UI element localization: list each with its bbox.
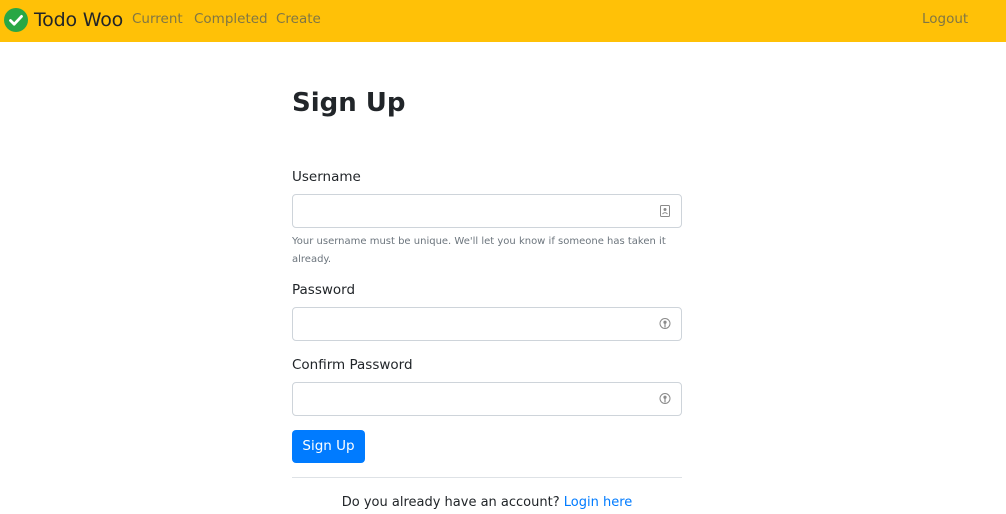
password-field-wrapper <box>292 307 682 341</box>
key-icon[interactable] <box>658 392 672 406</box>
nav-link-logout[interactable]: Logout <box>922 11 968 27</box>
key-icon[interactable] <box>658 317 672 331</box>
top-navbar: Todo Woo Current Completed Create Logout <box>0 0 1006 42</box>
password-label: Password <box>292 282 356 298</box>
brand-name: Todo Woo <box>34 9 124 31</box>
confirm-password-field-wrapper <box>292 382 682 416</box>
sign-up-button[interactable]: Sign Up <box>292 430 365 463</box>
login-prompt: Do you already have an account? Login he… <box>292 494 682 511</box>
confirm-password-label: Confirm Password <box>292 357 413 373</box>
username-help-text: Your username must be unique. We'll let … <box>292 236 666 265</box>
password-input[interactable] <box>293 308 681 340</box>
confirm-password-input[interactable] <box>293 383 681 415</box>
contact-card-icon[interactable] <box>658 204 672 218</box>
username-field-wrapper <box>292 194 682 228</box>
page-title: Sign Up <box>292 88 406 118</box>
brand-link[interactable]: Todo Woo <box>4 8 123 32</box>
username-label: Username <box>292 169 361 185</box>
nav-link-current[interactable]: Current <box>132 11 183 27</box>
username-input[interactable] <box>293 195 681 227</box>
login-link[interactable]: Login here <box>564 495 633 510</box>
check-circle-icon <box>4 8 28 32</box>
login-prompt-text: Do you already have an account? <box>341 495 560 510</box>
form-divider <box>292 477 682 478</box>
nav-link-completed[interactable]: Completed <box>194 11 268 27</box>
nav-link-create[interactable]: Create <box>276 11 321 27</box>
